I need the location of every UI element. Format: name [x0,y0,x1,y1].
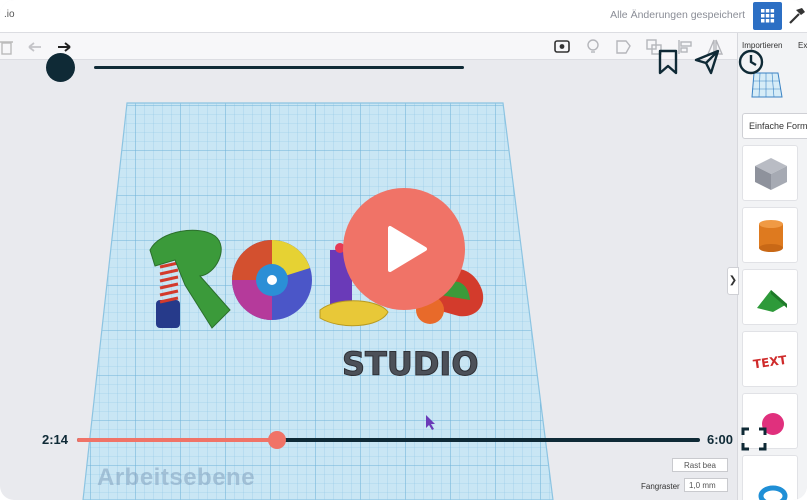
current-time: 2:14 [42,432,69,447]
app-window: .io Alle Änderungen gespeichert STUDIO A… [0,0,807,500]
undo-icon[interactable] [26,38,44,56]
torus-icon [758,485,788,500]
edit-toolbar [0,33,737,60]
seek-progress [77,438,278,442]
play-button[interactable] [343,188,465,310]
trash-icon[interactable] [0,38,18,56]
app-name: .io [4,9,15,20]
snap-grid-label: Fangraster [641,482,680,491]
grid-view-button[interactable] [753,2,782,30]
text-shape-icon: TEXT [752,353,788,372]
save-status: Alle Änderungen gespeichert [610,9,745,21]
notes-icon[interactable] [553,38,571,56]
shape-torus[interactable] [742,455,798,500]
cylinder-icon [759,220,783,252]
shape-roof[interactable] [742,269,798,325]
roof-icon [757,290,787,312]
snap-grid-select[interactable]: 1,0 mm [684,478,728,492]
svg-text:TEXT: TEXT [752,353,788,372]
bulb-icon[interactable] [584,38,602,56]
clock-icon[interactable] [738,49,764,75]
export-button[interactable]: Ex [798,41,807,50]
studio-text[interactable]: STUDIO [342,345,480,384]
shape-text[interactable]: TEXT [742,331,798,387]
play-icon [388,226,427,272]
duration: 6:00 [707,432,734,447]
shape-category-select[interactable]: Einfache Form [742,113,807,139]
edit-grid-button[interactable]: Rast bea [672,458,728,472]
share-icon[interactable] [694,49,720,75]
shape-icon[interactable] [614,38,632,56]
channel-avatar[interactable] [46,53,75,82]
seek-bar[interactable] [77,431,700,449]
top-bar: .io Alle Änderungen gespeichert [0,0,807,33]
grid-icon [761,9,775,23]
video-title-placeholder [94,66,464,69]
hammer-icon[interactable] [787,6,807,26]
shape-box[interactable] [742,145,798,201]
bookmark-icon[interactable] [655,49,681,75]
panel-collapse-button[interactable]: ❯ [727,267,739,295]
box-icon [755,158,787,190]
workplane-label: Arbeitsebene [97,464,256,491]
shape-cylinder[interactable] [742,207,798,263]
fullscreen-icon[interactable] [741,427,767,451]
